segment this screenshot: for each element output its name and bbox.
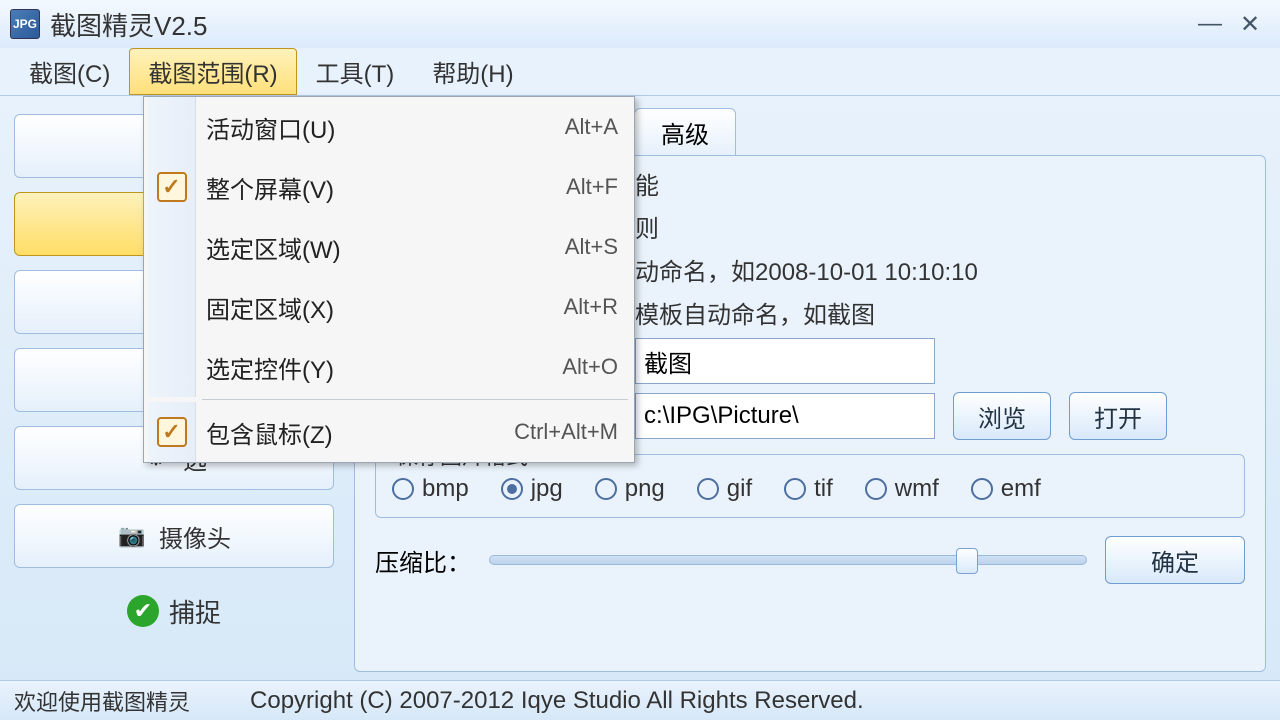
- radio-dot: [865, 478, 887, 500]
- main-area: 活动窗口(U) Alt+A ✓ 整个屏幕(V) Alt+F 选定区域(W) Al…: [0, 96, 1280, 680]
- menu-bar: 截图(C) 截图范围(R) 工具(T) 帮助(H): [0, 48, 1280, 96]
- text-fragment: 能: [635, 166, 659, 201]
- dd-label: 活动窗口(U): [206, 110, 549, 145]
- dd-accel: Alt+F: [566, 174, 618, 200]
- check-circle-icon: ✔: [127, 595, 159, 627]
- rule-row: 则: [635, 209, 1245, 244]
- radio-dot: [784, 478, 806, 500]
- autoname-row: 动命名，如2008-10-01 10:10:10: [635, 252, 1245, 287]
- radio-label: jpg: [531, 475, 563, 503]
- radio-label: png: [625, 475, 665, 503]
- dd-accel: Ctrl+Alt+M: [514, 419, 618, 445]
- radio-dot: [501, 478, 523, 500]
- dd-include-mouse[interactable]: ✓ 包含鼠标(Z) Ctrl+Alt+M: [144, 402, 634, 462]
- btn-label: 摄像头: [159, 519, 231, 554]
- format-radios: bmp jpg png gif tif wmf emf: [392, 475, 1228, 503]
- radio-wmf[interactable]: wmf: [865, 475, 939, 503]
- dd-accel: Alt+A: [565, 114, 618, 140]
- radio-label: wmf: [895, 475, 939, 503]
- text-fragment: 模板自动命名，如截图: [635, 295, 875, 330]
- check-icon: ✓: [157, 172, 187, 202]
- radio-dot: [595, 478, 617, 500]
- app-window: JPG 截图精灵V2.5 — ✕ 截图(C) 截图范围(R) 工具(T) 帮助(…: [0, 0, 1280, 720]
- menu-tools[interactable]: 工具(T): [297, 48, 414, 95]
- text-fragment: 动命名，如2008-10-01 10:10:10: [635, 252, 978, 287]
- app-icon: JPG: [10, 9, 40, 39]
- open-button[interactable]: 打开: [1069, 392, 1167, 440]
- capture-button[interactable]: ✔ 捕捉: [14, 586, 334, 636]
- range-dropdown: 活动窗口(U) Alt+A ✓ 整个屏幕(V) Alt+F 选定区域(W) Al…: [143, 96, 635, 463]
- dd-check-col: [148, 337, 196, 397]
- app-title: 截图精灵V2.5: [50, 6, 1190, 43]
- status-copyright: Copyright (C) 2007-2012 Iqye Studio All …: [250, 687, 864, 715]
- dd-fixed-area[interactable]: 固定区域(X) Alt+R: [144, 277, 634, 337]
- compress-row: 压缩比： 确定: [375, 536, 1245, 584]
- format-group: 保存图片格式 bmp jpg png gif tif wmf emf: [375, 454, 1245, 518]
- btn-camera[interactable]: 📷 摄像头: [14, 504, 334, 568]
- dd-accel: Alt+S: [565, 234, 618, 260]
- menu-help[interactable]: 帮助(H): [413, 48, 532, 95]
- dd-check-col: [148, 277, 196, 337]
- radio-label: emf: [1001, 475, 1041, 503]
- radio-png[interactable]: png: [595, 475, 665, 503]
- radio-dot: [697, 478, 719, 500]
- dd-separator: [202, 399, 628, 400]
- radio-label: bmp: [422, 475, 469, 503]
- minimize-button[interactable]: —: [1190, 10, 1230, 38]
- radio-label: tif: [814, 475, 833, 503]
- browse-button[interactable]: 浏览: [953, 392, 1051, 440]
- radio-label: gif: [727, 475, 752, 503]
- status-welcome: 欢迎使用截图精灵: [14, 685, 190, 717]
- dd-check-col: [148, 97, 196, 157]
- close-button[interactable]: ✕: [1230, 10, 1270, 39]
- radio-gif[interactable]: gif: [697, 475, 752, 503]
- dd-label: 选定控件(Y): [206, 350, 546, 385]
- menu-capture[interactable]: 截图(C): [10, 48, 129, 95]
- feature-row: 能: [635, 166, 1245, 201]
- dd-check-col: [148, 217, 196, 277]
- check-icon: ✓: [157, 417, 187, 447]
- dd-label: 选定区域(W): [206, 230, 549, 265]
- tab-advanced[interactable]: 高级: [634, 108, 736, 156]
- menu-range[interactable]: 截图范围(R): [129, 48, 296, 95]
- slider-thumb[interactable]: [956, 548, 978, 574]
- template-row: 模板自动命名，如截图: [635, 295, 1245, 330]
- radio-tif[interactable]: tif: [784, 475, 833, 503]
- compress-label: 压缩比：: [375, 543, 471, 578]
- dd-check-col: ✓: [148, 402, 196, 462]
- name-input-row: [635, 338, 1245, 384]
- dd-accel: Alt+R: [564, 294, 618, 320]
- radio-jpg[interactable]: jpg: [501, 475, 563, 503]
- dd-select-control[interactable]: 选定控件(Y) Alt+O: [144, 337, 634, 397]
- dd-label: 固定区域(X): [206, 290, 548, 325]
- dd-label: 整个屏幕(V): [206, 170, 550, 205]
- path-row: 浏览 打开: [635, 392, 1245, 440]
- dd-full-screen[interactable]: ✓ 整个屏幕(V) Alt+F: [144, 157, 634, 217]
- radio-dot: [971, 478, 993, 500]
- title-bar: JPG 截图精灵V2.5 — ✕: [0, 0, 1280, 48]
- radio-bmp[interactable]: bmp: [392, 475, 469, 503]
- dd-select-area[interactable]: 选定区域(W) Alt+S: [144, 217, 634, 277]
- camera-icon: 📷: [117, 521, 147, 551]
- dd-active-window[interactable]: 活动窗口(U) Alt+A: [144, 97, 634, 157]
- ok-button[interactable]: 确定: [1105, 536, 1245, 584]
- name-input[interactable]: [635, 338, 935, 384]
- dd-label: 包含鼠标(Z): [206, 415, 498, 450]
- text-fragment: 则: [635, 209, 659, 244]
- dd-accel: Alt+O: [562, 354, 618, 380]
- dd-check-col: ✓: [148, 157, 196, 217]
- compress-slider[interactable]: [489, 555, 1087, 565]
- radio-emf[interactable]: emf: [971, 475, 1041, 503]
- btn-label: 捕捉: [169, 593, 221, 630]
- radio-dot: [392, 478, 414, 500]
- path-input[interactable]: [635, 393, 935, 439]
- status-bar: 欢迎使用截图精灵 Copyright (C) 2007-2012 Iqye St…: [0, 680, 1280, 720]
